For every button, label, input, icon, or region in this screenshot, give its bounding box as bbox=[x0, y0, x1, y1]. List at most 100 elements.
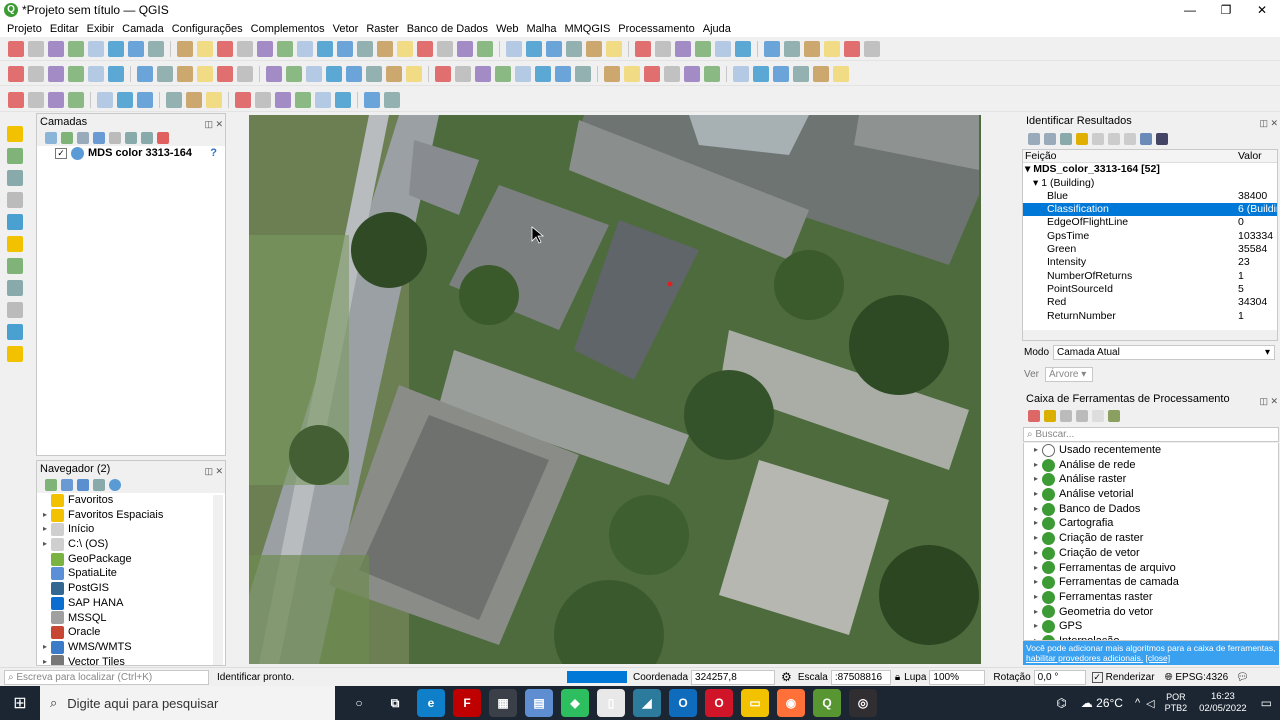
toolbar-tool-icon[interactable] bbox=[684, 65, 700, 82]
panel-float-close-icon[interactable]: ◫ ✕ bbox=[204, 463, 223, 479]
toolbar-tool-icon[interactable] bbox=[715, 40, 731, 57]
attribute-row[interactable]: EdgeOfFlightLine 0 bbox=[1023, 216, 1277, 229]
browser-item[interactable]: ▸ WMS/WMTS bbox=[39, 640, 225, 655]
toolbar-tool-icon[interactable] bbox=[753, 65, 769, 82]
toolbar-tool-icon[interactable] bbox=[97, 91, 113, 108]
toolbar-tool-icon[interactable] bbox=[48, 40, 64, 57]
expand-arrow-icon[interactable]: ▸ bbox=[1030, 502, 1042, 517]
coordinate-field[interactable]: 324257,8 7393536,0 bbox=[691, 669, 776, 696]
map-canvas[interactable] bbox=[249, 115, 981, 664]
browser-item[interactable]: ▸ Vector Tiles bbox=[39, 655, 225, 665]
toolbar-tool-icon[interactable] bbox=[206, 91, 222, 108]
expand-arrow-icon[interactable]: ▸ bbox=[1030, 516, 1042, 531]
attribute-row[interactable]: PointSourceId 5 bbox=[1023, 283, 1277, 296]
task-view-taskbar-icon[interactable]: ⧉ bbox=[381, 689, 409, 717]
rotation-field[interactable]: 0,0 ° bbox=[1033, 669, 1086, 685]
collapse-tree-icon[interactable] bbox=[1044, 133, 1056, 145]
expand-arrow-icon[interactable]: ▸ bbox=[39, 537, 51, 552]
toolbar-tool-icon[interactable] bbox=[68, 40, 84, 57]
toolbar-tool-icon[interactable] bbox=[217, 65, 233, 82]
expand-tree-icon[interactable] bbox=[1028, 133, 1040, 145]
toolbar-tool-icon[interactable] bbox=[68, 91, 84, 108]
toolbar-tool-icon[interactable] bbox=[735, 40, 751, 57]
attribute-row[interactable]: NumberOfReturns 1 bbox=[1023, 270, 1277, 283]
view-select[interactable]: Árvore ▾ bbox=[1045, 367, 1094, 382]
speaker-icon[interactable]: ◁ bbox=[1146, 697, 1154, 710]
toolbar-tool-icon[interactable] bbox=[384, 91, 400, 108]
toolbar-tool-icon[interactable] bbox=[606, 40, 622, 57]
browser-item[interactable]: MSSQL bbox=[39, 611, 225, 626]
toolbar-tool-icon[interactable] bbox=[773, 65, 789, 82]
toolbar-tool-icon[interactable] bbox=[235, 91, 251, 108]
browser-item[interactable]: SpatiaLite bbox=[39, 566, 225, 581]
toolbar-tool-icon[interactable] bbox=[295, 91, 311, 108]
expand-arrow-icon[interactable]: ▸ bbox=[39, 508, 51, 523]
toolbar-tool-icon[interactable] bbox=[88, 40, 104, 57]
edit-features-icon[interactable] bbox=[1092, 410, 1104, 422]
obs-taskbar-icon[interactable]: ◎ bbox=[849, 689, 877, 717]
col-feature[interactable]: Feição bbox=[1023, 150, 1238, 162]
toolbar-tool-icon[interactable] bbox=[8, 40, 24, 57]
add-layer-icon[interactable] bbox=[7, 170, 23, 186]
add-selected-icon[interactable] bbox=[45, 479, 57, 491]
attribute-row[interactable]: Red 34304 bbox=[1023, 296, 1277, 309]
toolbar-tool-icon[interactable] bbox=[555, 65, 571, 82]
processing-group-item[interactable]: ▸ Ferramentas de camada bbox=[1024, 575, 1278, 590]
toolbar-tool-icon[interactable] bbox=[833, 65, 849, 82]
filter-icon[interactable] bbox=[93, 132, 105, 144]
toolbar-tool-icon[interactable] bbox=[664, 65, 680, 82]
expand-arrow-icon[interactable]: ▸ bbox=[1030, 619, 1042, 634]
opera-taskbar-icon[interactable]: O bbox=[705, 689, 733, 717]
toolbar-tool-icon[interactable] bbox=[864, 40, 880, 57]
toolbar-tool-icon[interactable] bbox=[326, 65, 342, 82]
toolbar-tool-icon[interactable] bbox=[764, 40, 780, 57]
expand-arrow-icon[interactable]: ▸ bbox=[1030, 546, 1042, 561]
panel-float-close-icon[interactable]: ◫ ✕ bbox=[1259, 115, 1278, 131]
expand-arrow-icon[interactable]: ▸ bbox=[39, 640, 51, 655]
menu-vetor[interactable]: Vetor bbox=[333, 23, 359, 35]
expand-arrow-icon[interactable]: ▸ bbox=[1030, 472, 1042, 487]
filter-browser-icon[interactable] bbox=[77, 479, 89, 491]
explorer-taskbar-icon[interactable]: ▭ bbox=[741, 689, 769, 717]
toolbar-tool-icon[interactable] bbox=[435, 65, 451, 82]
menu-ajuda[interactable]: Ajuda bbox=[703, 23, 731, 35]
processing-group-item[interactable]: ▸ Análise de rede bbox=[1024, 458, 1278, 473]
toolbar-tool-icon[interactable] bbox=[804, 40, 820, 57]
crs-button[interactable]: 🌐︎ EPSG:4326 bbox=[1165, 672, 1229, 683]
menu-configuracoes[interactable]: Configurações bbox=[172, 23, 243, 35]
toolbar-tool-icon[interactable] bbox=[128, 40, 144, 57]
toolbar-tool-icon[interactable] bbox=[157, 65, 173, 82]
menu-projeto[interactable]: Projeto bbox=[7, 23, 42, 35]
toolbar-tool-icon[interactable] bbox=[266, 65, 282, 82]
toolbar-tool-icon[interactable] bbox=[586, 40, 602, 57]
toolbar-tool-icon[interactable] bbox=[566, 40, 582, 57]
collapse-all-icon[interactable] bbox=[141, 132, 153, 144]
processing-group-item[interactable]: ▸ Cartografia bbox=[1024, 516, 1278, 531]
minimize-button[interactable]: — bbox=[1172, 0, 1208, 20]
processing-group-item[interactable]: ▸ Ferramentas de arquivo bbox=[1024, 561, 1278, 576]
print-icon[interactable] bbox=[1124, 133, 1136, 145]
horizontal-scrollbar[interactable] bbox=[1023, 330, 1277, 340]
toolbar-tool-icon[interactable] bbox=[675, 40, 691, 57]
toolbar-tool-icon[interactable] bbox=[297, 40, 313, 57]
toolbar-tool-icon[interactable] bbox=[655, 40, 671, 57]
menu-editar[interactable]: Editar bbox=[50, 23, 79, 35]
toolbar-tool-icon[interactable] bbox=[237, 40, 253, 57]
toolbar-tool-icon[interactable] bbox=[257, 40, 273, 57]
menu-processamento[interactable]: Processamento bbox=[618, 23, 694, 35]
toolbar-tool-icon[interactable] bbox=[526, 40, 542, 57]
toolbar-tool-icon[interactable] bbox=[315, 91, 331, 108]
toolbar-tool-icon[interactable] bbox=[357, 40, 373, 57]
toolbar-tool-icon[interactable] bbox=[437, 40, 453, 57]
filezilla-taskbar-icon[interactable]: F bbox=[453, 689, 481, 717]
expand-arrow-icon[interactable]: ▸ bbox=[1030, 605, 1042, 620]
processing-group-item[interactable]: ▸ Análise raster bbox=[1024, 472, 1278, 487]
panel-float-close-icon[interactable]: ◫ ✕ bbox=[204, 116, 223, 132]
attribute-row[interactable]: Intensity 23 bbox=[1023, 256, 1277, 269]
feature-result-row[interactable]: ▾ 1 (Building) bbox=[1023, 177, 1277, 190]
processing-group-item[interactable]: ▸ Criação de vetor bbox=[1024, 546, 1278, 561]
evernote-taskbar-icon[interactable]: ◆ bbox=[561, 689, 589, 717]
toggle-extents-icon[interactable]: ⚙ bbox=[781, 670, 792, 684]
browser-item[interactable]: Favoritos bbox=[39, 493, 225, 508]
clear-results-icon[interactable] bbox=[1092, 133, 1104, 145]
